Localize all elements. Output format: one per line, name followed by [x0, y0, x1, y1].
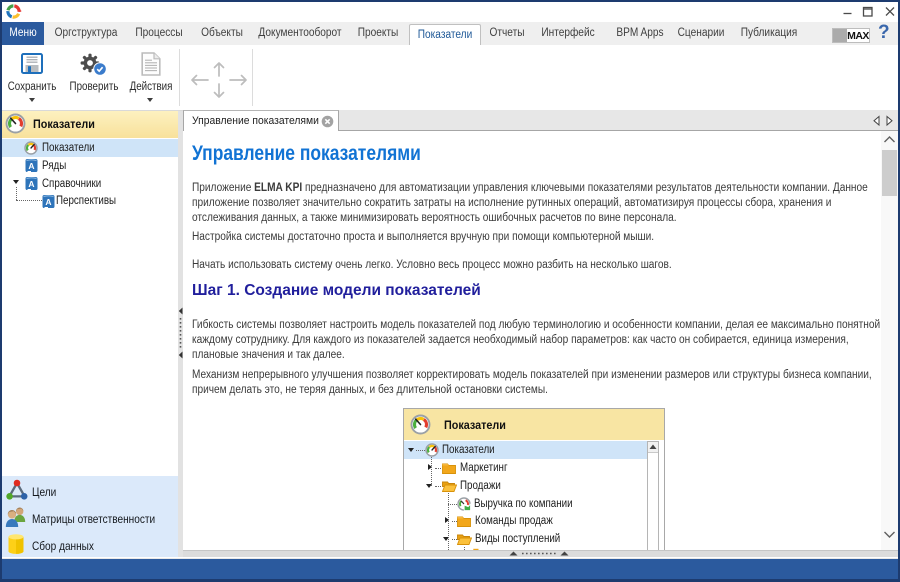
svg-text:A: A	[28, 161, 34, 171]
svg-text:A: A	[45, 197, 51, 207]
svg-text:A: A	[28, 179, 34, 189]
